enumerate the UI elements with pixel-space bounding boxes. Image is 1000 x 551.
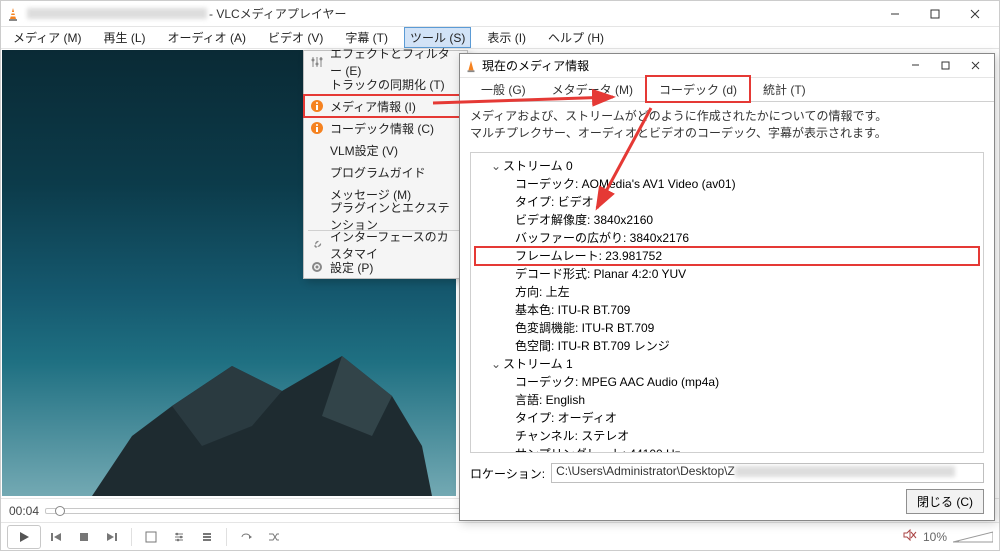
menu-item-plugins[interactable]: プラグインとエクステンション bbox=[304, 205, 467, 227]
menu-item-media-info[interactable]: メディア情報 (I) bbox=[304, 95, 467, 117]
video-content-rock bbox=[72, 336, 432, 496]
menu-item-effects[interactable]: エフェクトとフィルター (E) bbox=[304, 51, 467, 73]
maximize-button[interactable] bbox=[915, 1, 955, 27]
tree-row: 基本色: ITU-R BT.709 bbox=[475, 301, 979, 319]
info-icon bbox=[309, 120, 325, 136]
seek-knob[interactable] bbox=[55, 506, 65, 516]
volume-percent: 10% bbox=[923, 530, 947, 544]
stop-button[interactable] bbox=[71, 526, 97, 548]
shuffle-button[interactable] bbox=[261, 526, 287, 548]
time-elapsed: 00:04 bbox=[9, 504, 39, 518]
menu-playback[interactable]: 再生 (L) bbox=[97, 27, 151, 48]
menu-item-preferences[interactable]: 設定 (P) bbox=[304, 256, 467, 278]
menu-help[interactable]: ヘルプ (H) bbox=[542, 27, 610, 48]
tree-row: 色変調機能: ITU-R BT.709 bbox=[475, 319, 979, 337]
menu-item-program-guide[interactable]: プログラムガイド bbox=[304, 161, 467, 183]
next-button[interactable] bbox=[99, 526, 125, 548]
fullscreen-button[interactable] bbox=[138, 526, 164, 548]
menu-video[interactable]: ビデオ (V) bbox=[262, 27, 329, 48]
tree-row: ビデオ解像度: 3840x2160 bbox=[475, 211, 979, 229]
chevron-down-icon[interactable]: ⌄ bbox=[489, 159, 503, 173]
codec-tree[interactable]: ⌄ストリーム 0 コーデック: AOMedia's AV1 Video (av0… bbox=[470, 152, 984, 453]
main-titlebar: - VLCメディアプレイヤー bbox=[1, 1, 999, 27]
vlc-cone-icon bbox=[464, 59, 478, 73]
vlc-main-window: - VLCメディアプレイヤー メディア (M) 再生 (L) オーディオ (A)… bbox=[0, 0, 1000, 551]
tree-row: コーデック: MPEG AAC Audio (mp4a) bbox=[475, 373, 979, 391]
menu-item-track-sync[interactable]: トラックの同期化 (T) bbox=[304, 73, 467, 95]
dialog-title: 現在のメディア情報 bbox=[482, 57, 900, 74]
menu-item-codec-info[interactable]: コーデック情報 (C) bbox=[304, 117, 467, 139]
menu-item-customize[interactable]: インターフェースのカスタマイ bbox=[304, 234, 467, 256]
info-icon bbox=[309, 98, 325, 114]
menu-audio[interactable]: オーディオ (A) bbox=[162, 27, 253, 48]
dialog-titlebar[interactable]: 現在のメディア情報 bbox=[460, 54, 994, 78]
tab-general[interactable]: 一般 (G) bbox=[468, 76, 539, 102]
codec-description: メディアおよび、ストリームがどのように作成されたかについての情報です。 マルチプ… bbox=[460, 102, 994, 148]
tree-row: タイプ: オーディオ bbox=[475, 409, 979, 427]
location-field[interactable]: C:\Users\Administrator\Desktop\Z bbox=[551, 463, 984, 483]
gear-icon bbox=[309, 259, 325, 275]
tree-row: 言語: English bbox=[475, 391, 979, 409]
tree-row: タイプ: ビデオ bbox=[475, 193, 979, 211]
menu-view[interactable]: 表示 (I) bbox=[481, 27, 532, 48]
chevron-down-icon[interactable]: ⌄ bbox=[489, 357, 503, 371]
minimize-button[interactable] bbox=[875, 1, 915, 27]
dialog-maximize-button[interactable] bbox=[930, 55, 960, 77]
mute-icon[interactable] bbox=[903, 529, 917, 544]
tree-row: 方向: 上左 bbox=[475, 283, 979, 301]
wrench-icon bbox=[309, 237, 325, 253]
media-info-dialog: 現在のメディア情報 一般 (G) メタデータ (M) コーデック (d) 統計 … bbox=[459, 53, 995, 521]
extended-settings-button[interactable] bbox=[166, 526, 192, 548]
tab-statistics[interactable]: 統計 (T) bbox=[750, 76, 819, 102]
stream-1-node[interactable]: ⌄ストリーム 1 bbox=[475, 355, 979, 373]
playback-controls: 10% bbox=[1, 522, 999, 550]
playlist-button[interactable] bbox=[194, 526, 220, 548]
tab-metadata[interactable]: メタデータ (M) bbox=[539, 76, 646, 102]
effects-icon bbox=[309, 54, 325, 70]
dialog-minimize-button[interactable] bbox=[900, 55, 930, 77]
tree-row-framerate: フレームレート: 23.981752 bbox=[475, 247, 979, 265]
dialog-close-button[interactable] bbox=[960, 55, 990, 77]
dialog-tabs: 一般 (G) メタデータ (M) コーデック (d) 統計 (T) bbox=[460, 78, 994, 102]
tools-menu-dropdown: エフェクトとフィルター (E) トラックの同期化 (T) メディア情報 (I) … bbox=[303, 50, 468, 279]
vlc-cone-icon bbox=[5, 6, 21, 22]
tree-row: コーデック: AOMedia's AV1 Video (av01) bbox=[475, 175, 979, 193]
tree-row: バッファーの広がり: 3840x2176 bbox=[475, 229, 979, 247]
tree-row: サンプリングレート: 44100 Hz bbox=[475, 445, 979, 453]
play-button[interactable] bbox=[7, 525, 41, 549]
stream-0-node[interactable]: ⌄ストリーム 0 bbox=[475, 157, 979, 175]
window-title: - VLCメディアプレイヤー bbox=[209, 5, 875, 22]
dialog-close-btn[interactable]: 閉じる (C) bbox=[906, 489, 984, 514]
prev-button[interactable] bbox=[43, 526, 69, 548]
tree-row: チャンネル: ステレオ bbox=[475, 427, 979, 445]
tab-codec[interactable]: コーデック (d) bbox=[646, 76, 750, 102]
title-filename-blur bbox=[27, 8, 207, 19]
location-label: ロケーション: bbox=[470, 465, 545, 482]
tree-row: デコード形式: Planar 4:2:0 YUV bbox=[475, 265, 979, 283]
close-button[interactable] bbox=[955, 1, 995, 27]
menu-item-vlm[interactable]: VLM設定 (V) bbox=[304, 139, 467, 161]
loop-button[interactable] bbox=[233, 526, 259, 548]
tree-row: 色空間: ITU-R BT.709 レンジ bbox=[475, 337, 979, 355]
menubar: メディア (M) 再生 (L) オーディオ (A) ビデオ (V) 字幕 (T)… bbox=[1, 27, 999, 49]
menu-media[interactable]: メディア (M) bbox=[7, 27, 87, 48]
volume-slider[interactable] bbox=[953, 530, 993, 544]
